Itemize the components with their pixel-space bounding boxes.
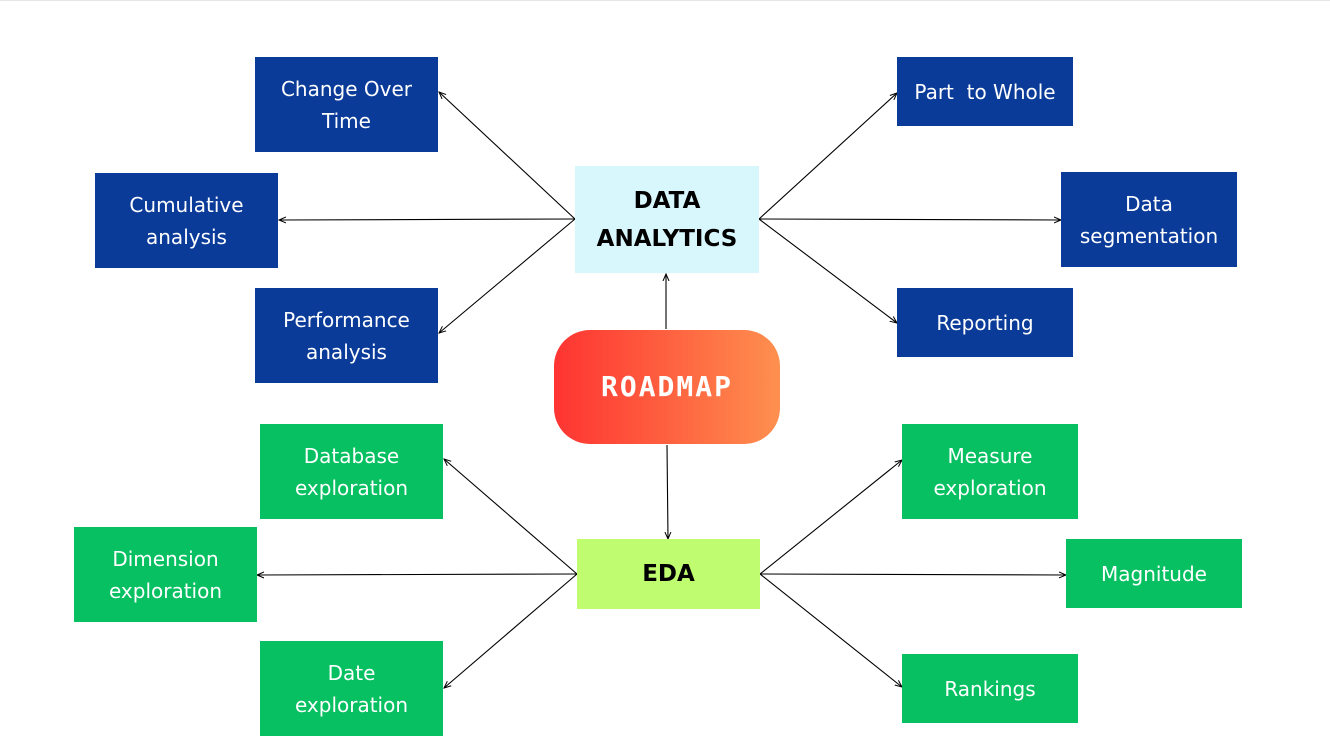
branch-label: Magnitude [1101,561,1207,586]
connector-analytics-part-to-whole [758,93,897,220]
roadmap-label: ROADMAP [600,370,733,403]
connector-analytics-reporting [758,218,897,323]
data-analytics-hub: DATA ANALYTICS [575,166,759,273]
branch-label: Dimension exploration [108,546,223,603]
roadmap-diagram: ROADMAP DATA ANALYTICS EDA Change Over T… [0,0,1330,752]
branch-reporting: Reporting [897,288,1073,357]
connector-analytics-cumulative [279,219,576,220]
branch-label: Measure exploration [933,443,1047,500]
eda-label: EDA [642,561,695,587]
connector-eda-measure [759,460,902,575]
branch-date-exploration: Date exploration [260,641,443,736]
branch-change-over-time: Change Over Time [255,57,438,152]
branch-label: Data segmentation [1079,191,1219,248]
branch-label: Change Over Time [280,76,413,133]
branch-data-segmentation: Data segmentation [1061,172,1237,267]
branch-label: Database exploration [294,443,409,500]
connector-eda-rankings [759,573,902,687]
roadmap-center-node: ROADMAP [554,330,780,444]
connector-eda-database [444,459,578,575]
connector-analytics-change-over-time [439,92,576,220]
branch-label: Rankings [944,676,1036,701]
connector-roadmap-to-eda [667,444,668,539]
branch-label: Date exploration [294,660,409,717]
branch-label: Reporting [936,310,1034,335]
branch-label: Cumulative analysis [129,192,244,249]
connector-analytics-performance [439,218,576,333]
eda-hub: EDA [577,539,760,609]
branch-rankings: Rankings [902,654,1078,723]
connector-eda-dimension [257,574,578,575]
branch-part-to-whole: Part to Whole [897,57,1073,126]
branch-label: Performance analysis [283,307,410,364]
branch-measure-exploration: Measure exploration [902,424,1078,519]
branch-database-exploration: Database exploration [260,424,443,519]
branch-dimension-exploration: Dimension exploration [74,527,257,622]
connector-eda-magnitude [759,574,1066,575]
branch-label: Part to Whole [914,79,1056,104]
connector-analytics-segmentation [758,219,1061,220]
branch-cumulative-analysis: Cumulative analysis [95,173,278,268]
branch-magnitude: Magnitude [1066,539,1242,608]
branch-performance-analysis: Performance analysis [255,288,438,383]
data-analytics-label: DATA ANALYTICS [596,187,738,252]
connector-eda-date [444,573,578,688]
